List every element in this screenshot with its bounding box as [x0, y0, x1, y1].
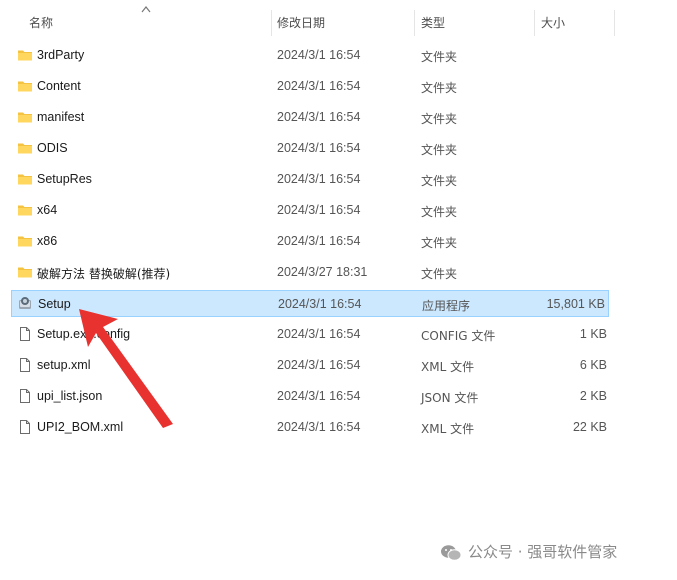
file-icon	[20, 327, 30, 341]
sort-ascending-icon	[141, 6, 151, 13]
folder-icon	[18, 174, 32, 185]
file-name: 3rdParty	[37, 48, 85, 62]
file-date: 2024/3/1 16:54	[277, 172, 361, 186]
file-row-setup-selected[interactable]: Setup 2024/3/1 16:54 应用程序 15,801 KB	[11, 290, 609, 317]
folder-icon	[18, 50, 32, 61]
file-date: 2024/3/27 18:31	[277, 265, 368, 279]
setup-app-icon	[19, 297, 31, 309]
file-date: 2024/3/1 16:54	[277, 110, 361, 124]
file-row-upi2-bom-xml[interactable]: UPI2_BOM.xml 2024/3/1 16:54 XML 文件 22 KB	[0, 412, 677, 443]
file-date: 2024/3/1 16:54	[277, 234, 361, 248]
file-row-content[interactable]: Content 2024/3/1 16:54 文件夹	[0, 71, 677, 102]
column-divider[interactable]	[414, 10, 415, 36]
column-date-header[interactable]: 修改日期	[277, 14, 325, 31]
file-type: 文件夹	[421, 81, 458, 95]
file-type: 文件夹	[421, 236, 458, 250]
file-type: 文件夹	[421, 267, 458, 281]
file-icon	[20, 389, 30, 403]
file-name: setup.xml	[37, 358, 91, 372]
file-row-x64[interactable]: x64 2024/3/1 16:54 文件夹	[0, 195, 677, 226]
wechat-logo-icon	[441, 544, 462, 561]
file-row-odis[interactable]: ODIS 2024/3/1 16:54 文件夹	[0, 133, 677, 164]
file-row-setup-xml[interactable]: setup.xml 2024/3/1 16:54 XML 文件 6 KB	[0, 350, 677, 381]
file-name: 破解方法 替换破解(推荐)	[37, 267, 171, 281]
file-row-upi-list-json[interactable]: upi_list.json 2024/3/1 16:54 JSON 文件 2 K…	[0, 381, 677, 412]
file-row-x86[interactable]: x86 2024/3/1 16:54 文件夹	[0, 226, 677, 257]
file-date: 2024/3/1 16:54	[277, 203, 361, 217]
column-divider[interactable]	[614, 10, 615, 36]
file-size: 1 KB	[579, 327, 607, 341]
folder-icon	[18, 236, 32, 247]
file-name: x64	[37, 203, 58, 217]
file-type: XML 文件	[421, 360, 475, 374]
file-name: manifest	[37, 110, 85, 124]
file-date: 2024/3/1 16:54	[277, 389, 361, 403]
file-date: 2024/3/1 16:54	[277, 358, 361, 372]
file-icon	[20, 358, 30, 372]
watermark-text: 公众号 · 强哥软件管家	[468, 543, 618, 561]
column-size-header[interactable]: 大小	[541, 14, 565, 31]
file-name: x86	[37, 234, 58, 248]
file-type: 应用程序	[422, 299, 471, 313]
column-name-header[interactable]: 名称	[29, 14, 53, 31]
file-name: Setup.exe.config	[37, 327, 131, 341]
folder-icon	[18, 81, 32, 92]
file-type: CONFIG 文件	[421, 329, 496, 343]
file-type: JSON 文件	[421, 391, 479, 405]
file-size: 15,801 KB	[546, 297, 605, 311]
file-size: 2 KB	[579, 389, 607, 403]
file-row-3rdparty[interactable]: 3rdParty 2024/3/1 16:54 文件夹	[0, 40, 677, 71]
watermark: 公众号 · 强哥软件管家	[440, 541, 617, 563]
file-icon	[20, 420, 30, 434]
file-date: 2024/3/1 16:54	[277, 420, 361, 434]
file-row-setup-exe-config[interactable]: Setup.exe.config 2024/3/1 16:54 CONFIG 文…	[0, 319, 677, 350]
folder-icon	[18, 205, 32, 216]
file-name: ODIS	[37, 141, 68, 155]
file-date: 2024/3/1 16:54	[277, 327, 361, 341]
file-row-crack-method[interactable]: 破解方法 替换破解(推荐) 2024/3/27 18:31 文件夹	[0, 257, 677, 288]
file-type: 文件夹	[421, 112, 458, 126]
file-row-manifest[interactable]: manifest 2024/3/1 16:54 文件夹	[0, 102, 677, 133]
file-row-setupres[interactable]: SetupRes 2024/3/1 16:54 文件夹	[0, 164, 677, 195]
folder-icon	[18, 143, 32, 154]
file-date: 2024/3/1 16:54	[277, 48, 361, 62]
file-type: 文件夹	[421, 143, 458, 157]
file-name: Setup	[38, 297, 71, 311]
file-size: 22 KB	[572, 420, 607, 434]
column-header-bar: 名称 修改日期 类型 大小	[0, 6, 677, 36]
file-name: SetupRes	[37, 172, 92, 186]
folder-icon	[18, 112, 32, 123]
file-date: 2024/3/1 16:54	[277, 141, 361, 155]
file-type: XML 文件	[421, 422, 475, 436]
folder-icon	[18, 267, 32, 278]
file-date: 2024/3/1 16:54	[277, 79, 361, 93]
file-date: 2024/3/1 16:54	[278, 297, 362, 311]
file-name: upi_list.json	[37, 389, 103, 403]
file-type: 文件夹	[421, 205, 458, 219]
file-type: 文件夹	[421, 50, 458, 64]
file-size: 6 KB	[579, 358, 607, 372]
column-divider[interactable]	[271, 10, 272, 36]
file-name: UPI2_BOM.xml	[37, 420, 124, 434]
file-name: Content	[37, 79, 81, 93]
file-type: 文件夹	[421, 174, 458, 188]
column-divider[interactable]	[534, 10, 535, 36]
column-type-header[interactable]: 类型	[421, 14, 445, 31]
